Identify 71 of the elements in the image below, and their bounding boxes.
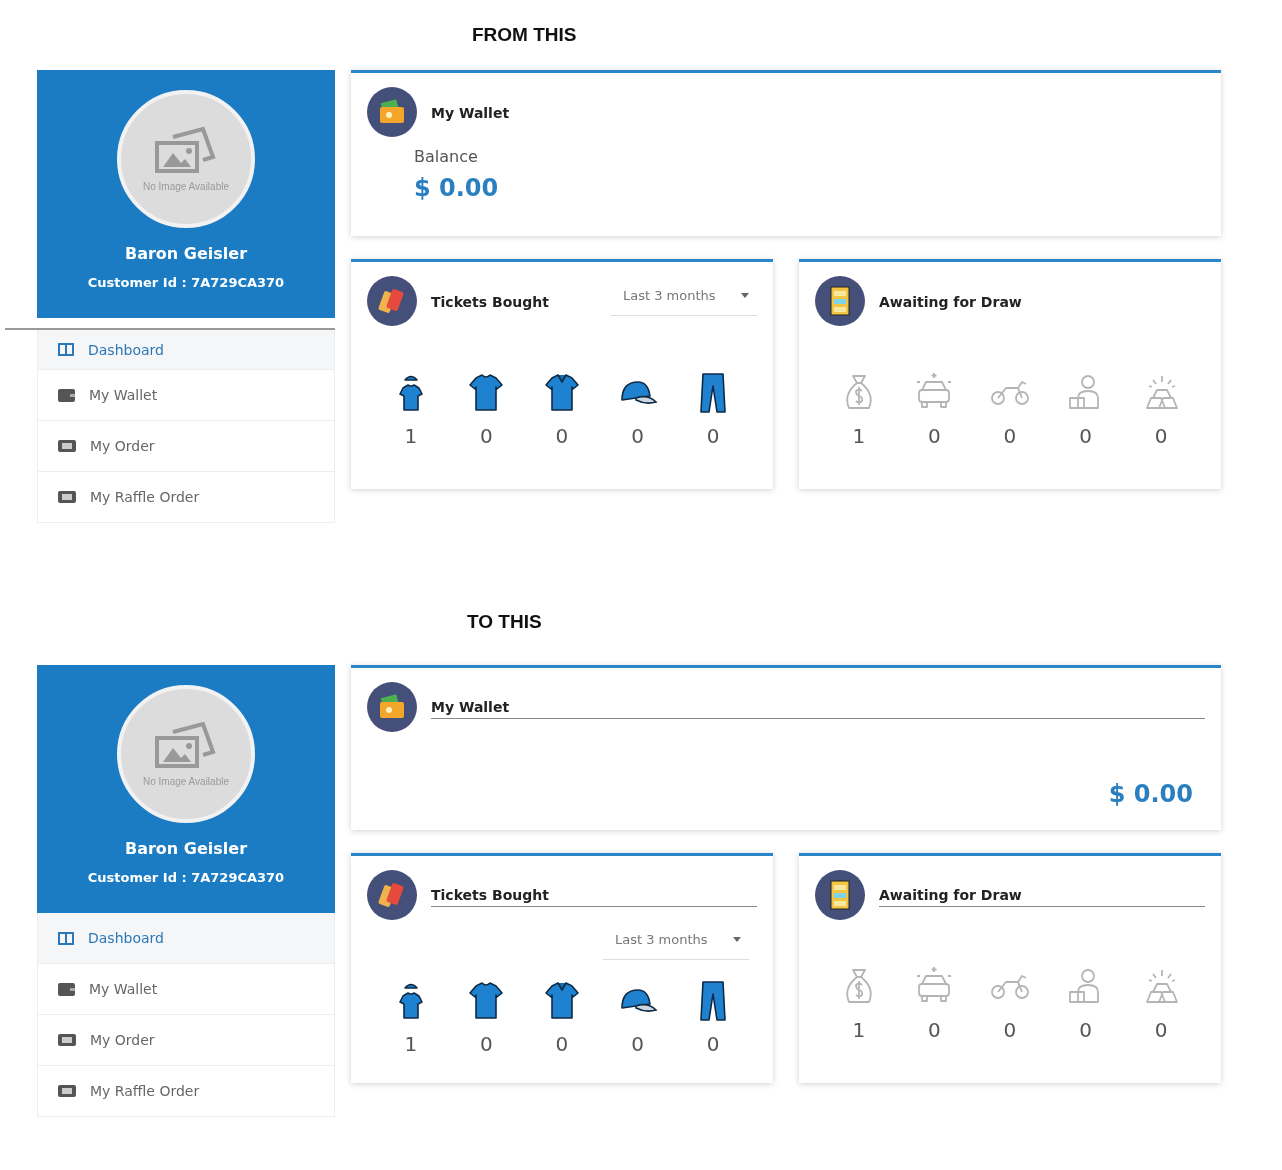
sidebar-label: My Order xyxy=(90,438,155,454)
caret-icon xyxy=(733,937,741,942)
caret-icon xyxy=(741,293,749,298)
item-count: 0 xyxy=(555,424,569,448)
sidebar-item[interactable]: Dashboard xyxy=(37,913,335,964)
sidebar-label: My Order xyxy=(90,1032,155,1048)
no-image-text: No Image Available xyxy=(143,180,229,192)
columns-icon xyxy=(58,931,74,945)
item-count: 0 xyxy=(706,424,720,448)
slot-machine-icon xyxy=(815,276,865,326)
customer-id: Customer Id : 7A729CA370 xyxy=(87,275,285,290)
sidebar-item[interactable]: My Wallet xyxy=(37,964,335,1015)
item-count: 0 xyxy=(1079,424,1092,448)
sidebar-item[interactable]: My Wallet xyxy=(37,370,335,421)
sidebar-item[interactable]: My Order xyxy=(37,421,335,472)
sidebar-item[interactable]: My Order xyxy=(37,1015,335,1066)
wallet-icon xyxy=(367,87,417,137)
card-title: Tickets Bought xyxy=(431,292,549,312)
card-title: My Wallet xyxy=(431,103,510,123)
no-image-text: No Image Available xyxy=(143,775,229,787)
ticket-icon xyxy=(58,1034,76,1046)
item-count: 1 xyxy=(852,424,866,448)
item-count: 0 xyxy=(1079,1018,1092,1042)
ticket-icon xyxy=(367,276,417,326)
sidebar-label: Dashboard xyxy=(88,930,164,946)
item-count: 0 xyxy=(480,1032,493,1056)
sidebar-item[interactable]: My Raffle Order xyxy=(37,1066,335,1117)
sidebar-label: My Raffle Order xyxy=(90,489,200,505)
sidebar-item[interactable]: Dashboard xyxy=(37,330,335,370)
ticket-icon xyxy=(367,870,417,920)
item-count: 1 xyxy=(852,1018,866,1042)
card-title: My Wallet xyxy=(431,695,1205,719)
balance-amount: $ 0.00 xyxy=(414,174,500,202)
item-count: 0 xyxy=(631,424,644,448)
card-title: Awaiting for Draw xyxy=(879,883,1205,907)
item-count: 0 xyxy=(928,1018,941,1042)
item-count: 0 xyxy=(631,1032,644,1056)
item-count: 0 xyxy=(706,1032,720,1056)
item-count: 0 xyxy=(1003,1018,1017,1042)
section-heading: FROM THIS xyxy=(472,24,577,46)
section-heading: TO THIS xyxy=(467,611,542,633)
sidebar-item[interactable]: My Raffle Order xyxy=(37,472,335,523)
card-title: Awaiting for Draw xyxy=(879,292,1022,312)
wallet-icon xyxy=(58,982,75,996)
item-count: 0 xyxy=(480,424,493,448)
customer-name: Baron Geisler xyxy=(124,839,248,858)
balance-amount: $ 0.00 xyxy=(1108,780,1193,808)
item-count: 1 xyxy=(404,1032,418,1056)
ticket-icon xyxy=(58,1085,76,1097)
card-title: Tickets Bought xyxy=(431,883,757,907)
item-count: 0 xyxy=(1154,1018,1168,1042)
item-count: 0 xyxy=(1154,424,1168,448)
sidebar-label: My Raffle Order xyxy=(90,1083,200,1099)
period-dropdown[interactable]: Last 3 months xyxy=(603,920,749,960)
balance-label: Balance xyxy=(414,147,479,166)
item-count: 1 xyxy=(404,424,418,448)
ticket-icon xyxy=(58,440,76,452)
wallet-icon xyxy=(58,388,75,402)
ticket-icon xyxy=(58,491,76,503)
sidebar-label: Dashboard xyxy=(88,341,164,358)
customer-name: Baron Geisler xyxy=(124,244,248,263)
columns-icon xyxy=(58,343,74,356)
period-dropdown[interactable]: Last 3 months xyxy=(611,276,757,316)
item-count: 0 xyxy=(928,424,941,448)
wallet-icon xyxy=(367,682,417,732)
sidebar-label: My Wallet xyxy=(89,981,158,997)
item-count: 0 xyxy=(555,1032,569,1056)
item-count: 0 xyxy=(1003,424,1017,448)
sidebar-label: My Wallet xyxy=(89,387,158,403)
customer-id: Customer Id : 7A729CA370 xyxy=(87,870,285,885)
slot-machine-icon xyxy=(815,870,865,920)
